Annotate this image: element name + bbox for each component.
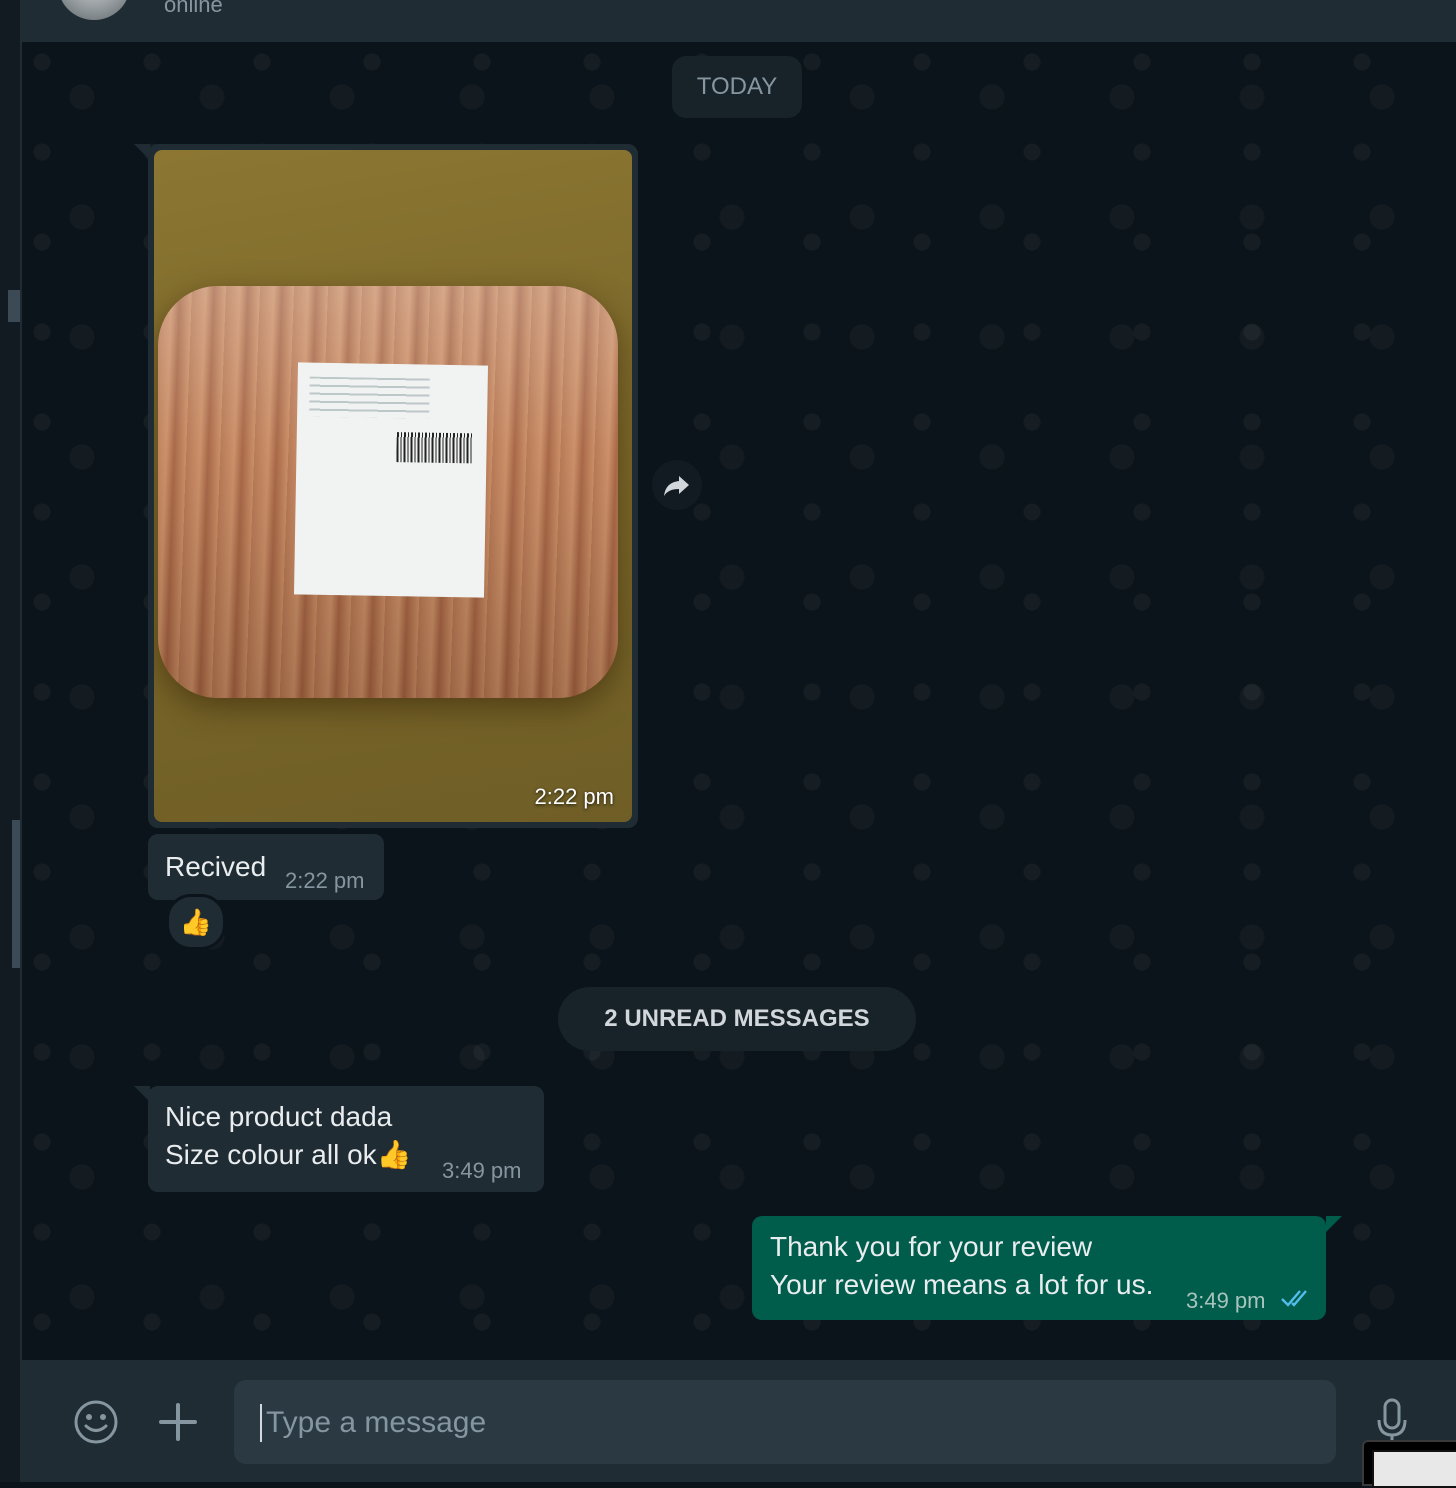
message-line: Nice product dada [165, 1101, 393, 1132]
text-message[interactable]: Nice product dada Size colour all ok👍 3:… [148, 1086, 544, 1192]
message-time: 3:49 pm [442, 1158, 522, 1183]
attach-button[interactable] [158, 1402, 198, 1447]
shipping-label [293, 362, 489, 598]
contact-status: online [164, 0, 223, 17]
message-line: Size colour all ok👍 [165, 1139, 412, 1170]
message-text: Recived [165, 851, 267, 882]
parcel-box [158, 286, 618, 698]
bubble-tail [1326, 1216, 1342, 1232]
emoji-button[interactable] [72, 1398, 120, 1451]
message-time: 3:49 pm [1186, 1288, 1266, 1313]
composer-bar [22, 1360, 1456, 1488]
date-separator: TODAY [672, 56, 802, 118]
window-thumbnail[interactable] [1362, 1440, 1456, 1488]
text-caret [260, 1404, 262, 1442]
avatar[interactable] [58, 0, 130, 20]
text-message[interactable]: Recived 2:22 pm [148, 834, 384, 900]
message-input-box[interactable] [234, 1380, 1336, 1466]
unread-separator: 2 UNREAD MESSAGES [558, 987, 916, 1051]
message-list[interactable]: TODAY 2:22 pm Recived 2:22 pm 👍 2 UNREAD… [22, 42, 1456, 1360]
smiley-icon [74, 1400, 118, 1444]
forward-button[interactable] [652, 460, 702, 510]
message-time: 2:22 pm [534, 784, 615, 809]
chat-header: online [22, 0, 1456, 42]
message-line: Thank you for your review [770, 1231, 1093, 1262]
message-input[interactable] [264, 1380, 1328, 1466]
reaction-badge[interactable]: 👍 [166, 894, 226, 950]
parcel-photo[interactable]: 2:22 pm [154, 150, 632, 822]
plus-icon [159, 1403, 197, 1441]
message-line: Your review means a lot for us. [770, 1269, 1154, 1300]
left-panel-edge [0, 0, 22, 1482]
forward-icon [664, 476, 689, 496]
message-time: 2:22 pm [285, 868, 365, 893]
scroll-marker [12, 820, 20, 968]
double-check-icon [1281, 1290, 1307, 1307]
barcode [396, 432, 473, 464]
outgoing-message[interactable]: Thank you for your review Your review me… [752, 1216, 1326, 1320]
scroll-marker [8, 290, 20, 322]
microphone-icon [1377, 1398, 1407, 1444]
image-message[interactable]: 2:22 pm [148, 144, 638, 828]
